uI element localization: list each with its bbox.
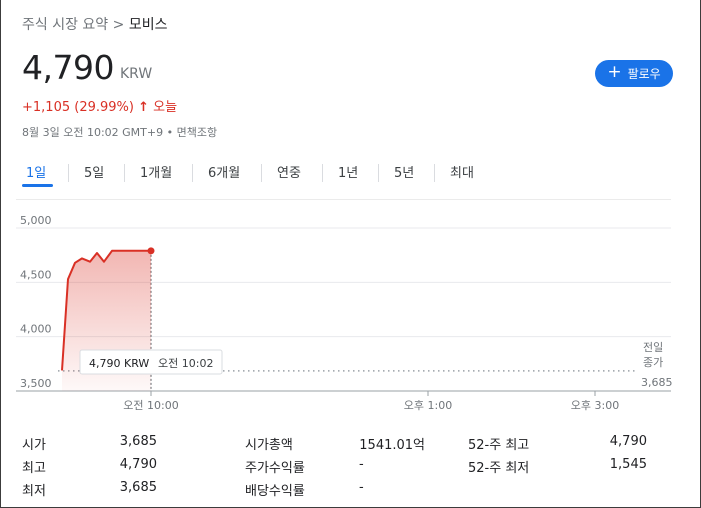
tab-1m[interactable]: 1개월 bbox=[140, 162, 172, 181]
stat-label-dividend-yield: 배당수익률 bbox=[245, 484, 305, 499]
change-period: 오늘 bbox=[153, 100, 178, 115]
stat-value-market-cap: 1541.01억 bbox=[359, 438, 425, 453]
tab-max[interactable]: 최대 bbox=[450, 162, 474, 181]
up-arrow-icon: ↑ bbox=[138, 100, 150, 115]
stat-label-low: 최저 bbox=[22, 484, 46, 499]
tooltip-price: 4,790 KRW bbox=[89, 357, 149, 370]
tooltip-time: 오전 10:02 bbox=[158, 357, 213, 370]
stat-value-52w-low: 1,545 bbox=[609, 457, 647, 472]
previous-close-label: 전일 bbox=[643, 340, 663, 354]
stat-value-high: 4,790 bbox=[119, 457, 157, 472]
price-change: +1,105 (29.99%) ↑ 오늘 bbox=[22, 96, 177, 115]
y-tick-label: 5,000 bbox=[20, 214, 52, 227]
tab-5d[interactable]: 5일 bbox=[84, 162, 104, 181]
breadcrumb-separator: > bbox=[112, 17, 125, 33]
y-tick-label: 4,500 bbox=[20, 268, 52, 281]
follow-button[interactable]: + 팔로우 bbox=[595, 60, 673, 87]
tab-5y[interactable]: 5년 bbox=[394, 162, 414, 181]
stat-value-52w-high: 4,790 bbox=[609, 434, 647, 449]
tab-divider bbox=[68, 164, 69, 182]
currency-label: KRW bbox=[120, 66, 153, 82]
active-tab-indicator bbox=[22, 184, 53, 187]
stat-value-dividend-yield: - bbox=[359, 480, 364, 495]
price-chart[interactable]: 5,000 4,500 4,000 3,500 전일종가 3,685 오전 10:00 오후 … bbox=[0, 200, 701, 425]
stat-label-high: 최고 bbox=[22, 461, 46, 476]
stat-label-52w-low: 52-주 최저 bbox=[468, 461, 530, 476]
stat-value-open: 3,685 bbox=[119, 434, 157, 449]
stat-label-market-cap: 시가총액 bbox=[245, 438, 293, 453]
stat-value-pe-ratio: - bbox=[359, 457, 364, 472]
x-tick-label: 오후 3:00 bbox=[571, 399, 619, 412]
stat-label-pe-ratio: 주가수익률 bbox=[245, 461, 305, 476]
tab-divider bbox=[124, 164, 125, 182]
tab-1y[interactable]: 1년 bbox=[338, 162, 358, 181]
current-price-point bbox=[147, 247, 155, 255]
stat-value-low: 3,685 bbox=[119, 480, 157, 495]
tab-divider bbox=[322, 164, 323, 182]
quote-timestamp: 8월 3일 오전 10:02 GMT+9 • 면책조항 bbox=[22, 124, 217, 140]
breadcrumb-parent-link[interactable]: 주식 시장 요약 bbox=[22, 17, 108, 33]
y-tick-label: 3,500 bbox=[20, 377, 52, 390]
tab-divider bbox=[434, 164, 435, 182]
stat-label-open: 시가 bbox=[22, 438, 46, 453]
breadcrumb-current: 모비스 bbox=[128, 17, 168, 33]
tab-divider bbox=[261, 164, 262, 182]
breadcrumb: 주식 시장 요약 > 모비스 bbox=[22, 14, 167, 34]
plus-icon: + bbox=[607, 62, 622, 82]
previous-close-label: 종가 bbox=[643, 356, 663, 369]
tab-divider bbox=[192, 164, 193, 182]
y-tick-label: 4,000 bbox=[20, 323, 52, 336]
tab-1d[interactable]: 1일 bbox=[26, 162, 46, 181]
x-tick-label: 오전 10:00 bbox=[123, 399, 178, 412]
previous-close-value: 3,685 bbox=[641, 376, 673, 389]
tab-divider bbox=[378, 164, 379, 182]
tab-6m[interactable]: 6개월 bbox=[208, 162, 240, 181]
x-tick-label: 오후 1:00 bbox=[404, 399, 452, 412]
timestamp-text[interactable]: 8월 3일 오전 10:02 GMT+9 • 면책조항 bbox=[22, 126, 217, 139]
tab-ytd[interactable]: 연중 bbox=[277, 162, 301, 181]
stock-price: 4,790 bbox=[22, 48, 114, 87]
change-value: +1,105 (29.99%) bbox=[22, 100, 134, 115]
follow-button-label: 팔로우 bbox=[627, 67, 661, 81]
stat-label-52w-high: 52-주 최고 bbox=[468, 438, 530, 453]
